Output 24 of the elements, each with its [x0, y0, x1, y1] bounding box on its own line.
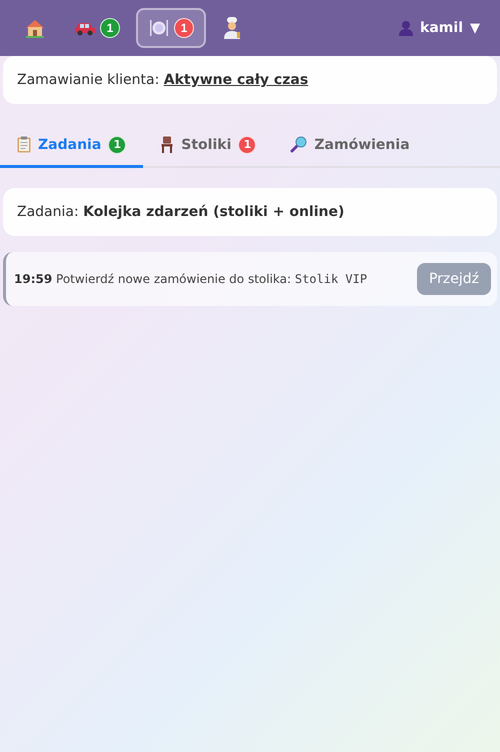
tasks-heading: Zadania: Kolejka zdarzeń (stoliki + online)	[17, 204, 344, 220]
car-icon	[74, 20, 96, 36]
car-nav-button[interactable]: 1	[62, 8, 132, 48]
tab[interactable]: Stoliki 1	[143, 124, 274, 168]
tab[interactable]: Zamówienia	[273, 124, 427, 168]
plate-icon	[148, 17, 170, 39]
user-menu[interactable]: kamil ▼	[393, 19, 486, 37]
caret-icon: ▼	[470, 20, 480, 36]
chef-icon	[222, 16, 242, 40]
status-link[interactable]: Aktywne cały czas	[164, 72, 308, 88]
count-badge: 1	[174, 18, 194, 38]
plate-nav-button[interactable]: 1	[136, 8, 206, 48]
event-text: 19:59 Potwierdź nowe zamówienie do stolika: Stolik VIP	[14, 272, 368, 286]
client-ordering-status: Zamawianie klienta: Aktywne cały czas	[17, 72, 308, 88]
go-button[interactable]: Przejdź	[416, 263, 491, 295]
user-icon	[399, 20, 414, 36]
count-badge: 1	[100, 18, 120, 38]
chair-icon	[160, 136, 174, 153]
tab[interactable]: Zadania 1	[0, 124, 144, 168]
count-badge: 1	[108, 136, 126, 154]
house-icon	[24, 17, 46, 39]
count-badge: 1	[238, 136, 256, 154]
magnifier-icon	[290, 136, 308, 153]
clipboard-icon	[17, 136, 31, 153]
